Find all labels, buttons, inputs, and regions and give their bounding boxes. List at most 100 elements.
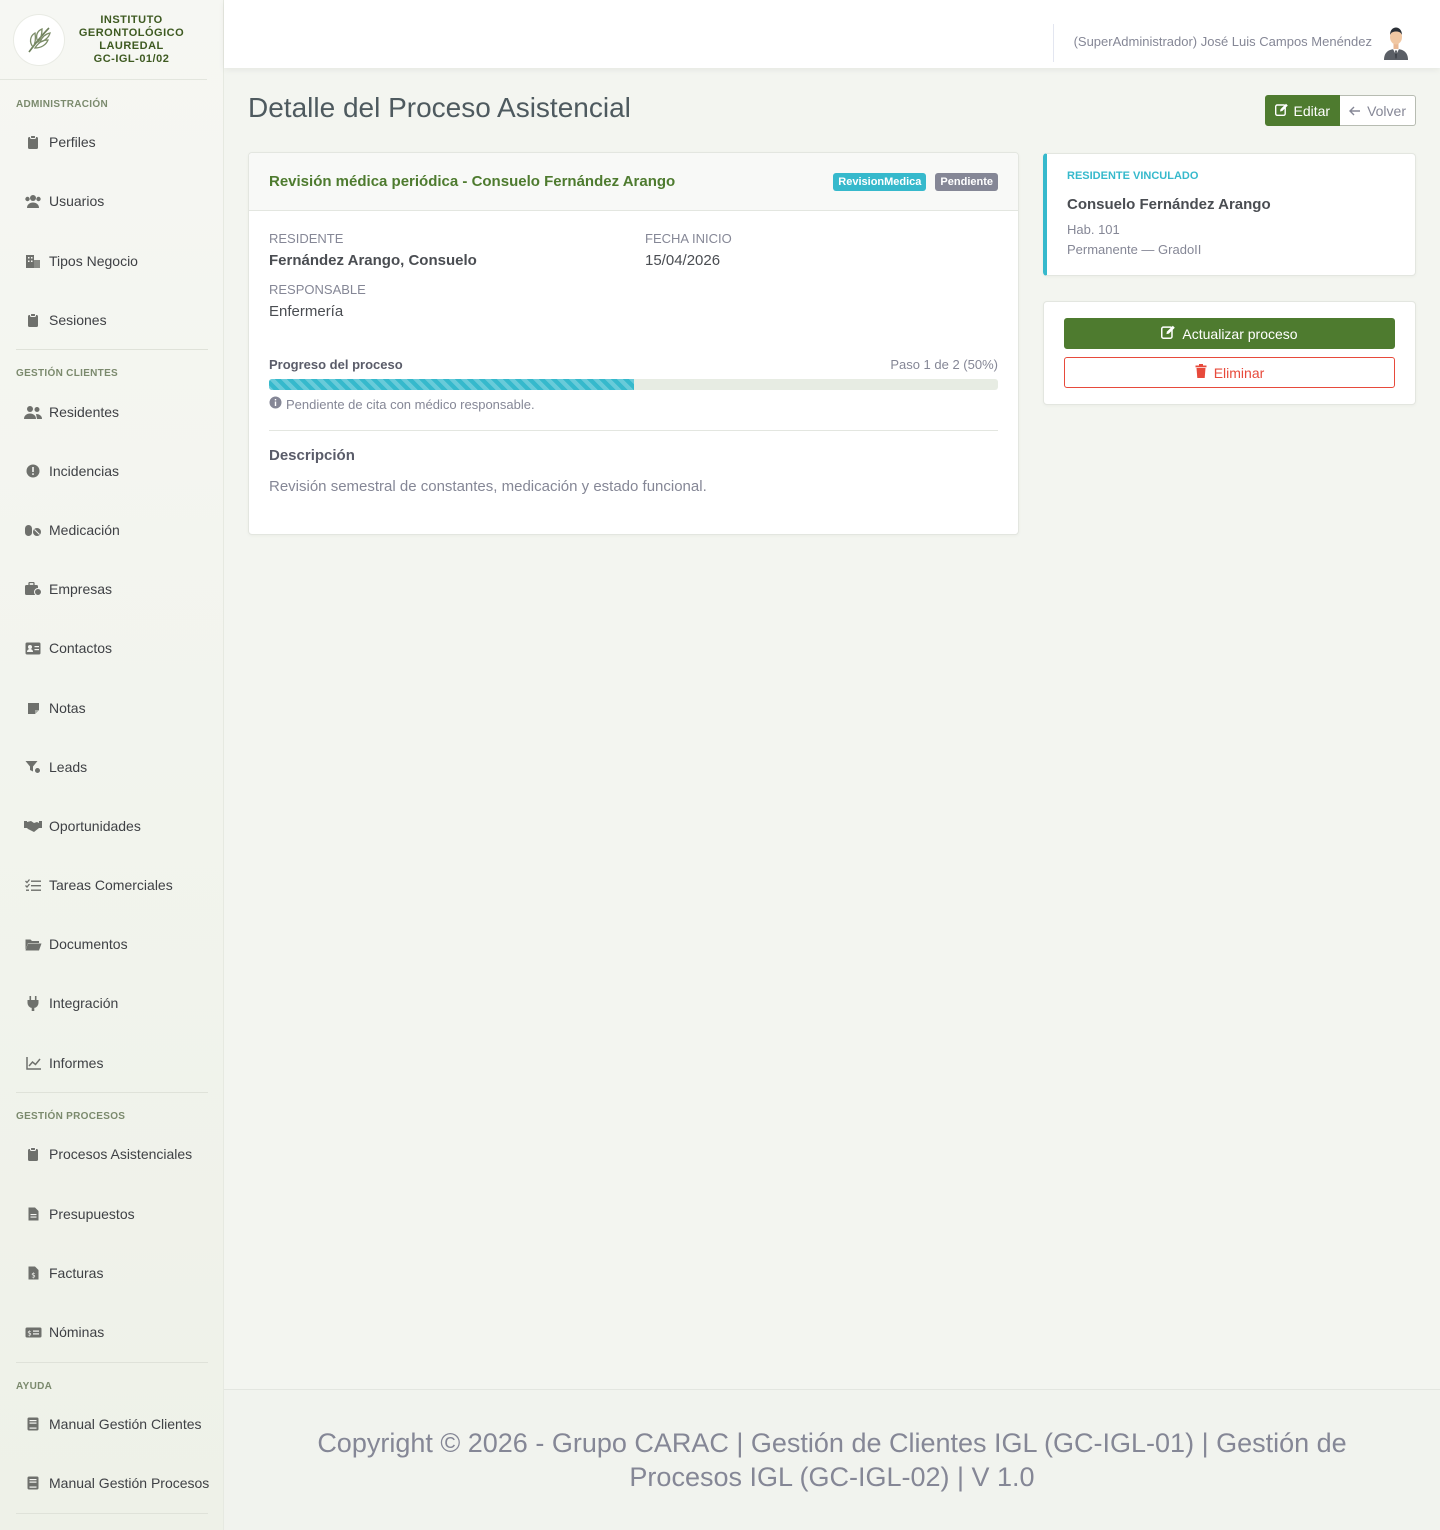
sidebar-item-oportunidades[interactable]: Oportunidades xyxy=(0,806,224,846)
clipboard-icon xyxy=(24,133,42,151)
card-header: Revisión médica periódica - Consuelo Fer… xyxy=(249,153,1018,211)
sidebar-item-informes[interactable]: Informes xyxy=(0,1043,224,1083)
sidebar-item-label: Incidencias xyxy=(49,463,120,479)
sidebar-item-integracion[interactable]: Integración xyxy=(0,983,224,1023)
edit-button[interactable]: Editar xyxy=(1264,95,1341,126)
sidebar-divider xyxy=(16,1513,208,1514)
sidebar-item-medicacion[interactable]: Medicación xyxy=(0,510,224,550)
sidebar-item-procesos-asistenciales[interactable]: Procesos Asistenciales xyxy=(0,1134,224,1174)
arrow-left-icon xyxy=(1349,103,1361,119)
sidebar-item-label: Documentos xyxy=(49,936,128,952)
alert-icon xyxy=(24,462,42,480)
sidebar-item-facturas[interactable]: $ Facturas xyxy=(0,1253,224,1293)
back-button[interactable]: Volver xyxy=(1340,95,1416,126)
info-icon xyxy=(269,396,282,412)
sidebar-divider xyxy=(16,349,208,350)
sidebar-item-label: Oportunidades xyxy=(49,818,141,834)
edit-label: Editar xyxy=(1293,102,1331,119)
update-process-button[interactable]: Actualizar proceso xyxy=(1064,318,1395,349)
avatar[interactable] xyxy=(1380,24,1412,60)
type-badge: RevisionMedica xyxy=(833,172,927,191)
delete-label: Eliminar xyxy=(1213,364,1265,381)
linked-resident-card[interactable]: RESIDENTE VINCULADO Consuelo Fernández A… xyxy=(1043,153,1416,276)
sidebar-item-label: Sesiones xyxy=(49,312,107,328)
id-card-icon xyxy=(24,639,42,657)
sidebar-item-perfiles[interactable]: Perfiles xyxy=(0,122,224,162)
edit-icon xyxy=(1161,325,1176,342)
sidebar-item-leads[interactable]: Leads xyxy=(0,747,224,787)
brand-name: INSTITUTO GERONTOLÓGICO LAUREDAL GC-IGL-… xyxy=(70,14,193,66)
divider xyxy=(269,430,998,431)
progress-label: Progreso del proceso xyxy=(269,357,403,372)
svg-text:$: $ xyxy=(31,1272,35,1280)
delete-button[interactable]: Eliminar xyxy=(1064,357,1395,388)
sidebar-item-label: Empresas xyxy=(49,581,113,597)
brand-line: LAUREDAL xyxy=(99,39,164,52)
plug-icon xyxy=(24,994,42,1012)
funnel-icon xyxy=(24,758,42,776)
sidebar-item-presupuestos[interactable]: Presupuestos xyxy=(0,1194,224,1234)
sidebar-item-label: Presupuestos xyxy=(49,1206,135,1222)
trash-icon xyxy=(1195,364,1207,381)
brand[interactable]: INSTITUTO GERONTOLÓGICO LAUREDAL GC-IGL-… xyxy=(0,0,207,80)
progress-fill xyxy=(269,379,634,390)
sidebar-item-tareas-comerciales[interactable]: Tareas Comerciales xyxy=(0,865,224,905)
copyright-text: Copyright © 2026 - Grupo CARAC | Gestión… xyxy=(317,1428,1347,1492)
file-icon xyxy=(24,1205,42,1223)
update-process-label: Actualizar proceso xyxy=(1182,325,1298,342)
sidebar-item-notas[interactable]: Notas xyxy=(0,688,224,728)
sidebar-item-label: Manual Gestión Procesos xyxy=(49,1475,210,1491)
briefcase-icon xyxy=(24,580,42,598)
pills-icon xyxy=(24,521,42,539)
edit-icon xyxy=(1274,103,1288,119)
sidebar-item-contactos[interactable]: Contactos xyxy=(0,628,224,668)
sidebar: INSTITUTO GERONTOLÓGICO LAUREDAL GC-IGL-… xyxy=(0,0,224,1530)
sidebar-item-label: Medicación xyxy=(49,522,120,538)
sidebar-item-label: Nóminas xyxy=(49,1324,105,1340)
users-icon xyxy=(24,192,42,210)
sidebar-item-label: Usuarios xyxy=(49,193,105,209)
topbar: (SuperAdministrador) José Luis Campos Me… xyxy=(224,0,1440,68)
description-title: Descripción xyxy=(269,447,355,464)
brand-code: GC-IGL-01/02 xyxy=(93,52,170,65)
sidebar-item-label: Informes xyxy=(49,1055,104,1071)
sidebar-item-sesiones[interactable]: Sesiones xyxy=(0,300,224,340)
chart-line-icon xyxy=(24,1054,42,1072)
linked-resident-label: RESIDENTE VINCULADO xyxy=(1067,170,1199,182)
sidebar-item-residentes[interactable]: Residentes xyxy=(0,392,224,432)
user-name[interactable]: (SuperAdministrador) José Luis Campos Me… xyxy=(1074,34,1372,49)
sidebar-item-empresas[interactable]: Empresas xyxy=(0,569,224,609)
sidebar-item-label: Notas xyxy=(49,700,86,716)
sidebar-item-label: Leads xyxy=(49,759,88,775)
book-icon xyxy=(24,1474,42,1492)
sidebar-item-label: Procesos Asistenciales xyxy=(49,1146,193,1162)
sidebar-item-incidencias[interactable]: Incidencias xyxy=(0,451,224,491)
start-date-value: 15/04/2026 xyxy=(645,252,721,269)
resident-label: RESIDENTE xyxy=(269,231,344,246)
clipboard-icon xyxy=(24,1145,42,1163)
sidebar-item-label: Contactos xyxy=(49,640,113,656)
page-actions: Editar Volver xyxy=(1264,95,1416,126)
sidebar-item-nominas[interactable]: $ Nóminas xyxy=(0,1312,224,1352)
book-icon xyxy=(24,1415,42,1433)
sidebar-item-label: Manual Gestión Clientes xyxy=(49,1416,202,1432)
money-icon: $ xyxy=(24,1323,42,1341)
status-badge: Pendiente xyxy=(935,172,998,191)
sidebar-item-label: Tareas Comerciales xyxy=(49,877,173,893)
folder-icon xyxy=(24,935,42,953)
building-icon xyxy=(24,252,42,270)
linked-resident-stay: Permanente — GradoII xyxy=(1067,242,1202,257)
responsible-label: RESPONSABLE xyxy=(269,282,366,297)
sidebar-item-manual-procesos[interactable]: Manual Gestión Procesos xyxy=(0,1463,224,1503)
linked-resident-name[interactable]: Consuelo Fernández Arango xyxy=(1067,196,1271,213)
note-icon xyxy=(24,699,42,717)
brand-line: INSTITUTO xyxy=(100,13,163,26)
sidebar-item-documentos[interactable]: Documentos xyxy=(0,924,224,964)
invoice-icon: $ xyxy=(24,1264,42,1282)
sidebar-item-tipos-negocio[interactable]: Tipos Negocio xyxy=(0,241,224,281)
process-title: Revisión médica periódica - Consuelo Fer… xyxy=(269,173,676,190)
sidebar-item-manual-clientes[interactable]: Manual Gestión Clientes xyxy=(0,1404,224,1444)
progress-step: Paso 1 de 2 (50%) xyxy=(890,357,998,372)
section-gestion-procesos: GESTIÓN PROCESOS xyxy=(16,1111,126,1122)
sidebar-item-usuarios[interactable]: Usuarios xyxy=(0,181,224,221)
